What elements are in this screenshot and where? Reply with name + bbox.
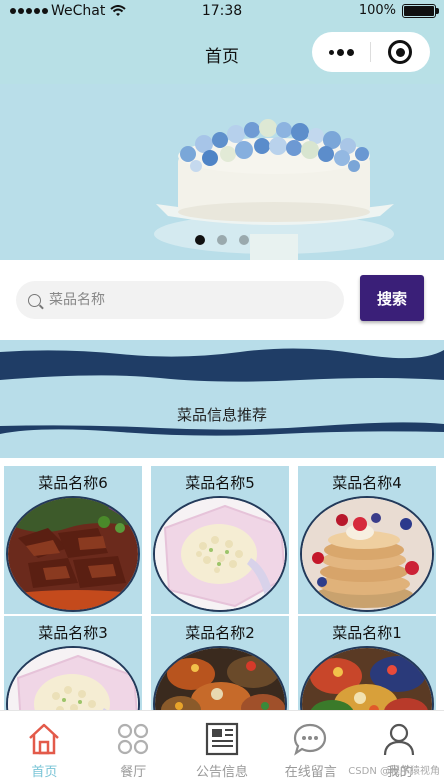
dish-photo xyxy=(300,646,434,710)
search-icon xyxy=(28,293,41,307)
dish-name: 菜品名称5 xyxy=(185,474,255,492)
target-icon xyxy=(388,40,412,64)
grid-icon xyxy=(117,723,148,755)
dish-card[interactable]: 菜品名称3 xyxy=(4,616,142,710)
battery-percent: 100% xyxy=(358,3,396,18)
more-menu-button[interactable] xyxy=(312,32,370,72)
tab-label: 在线留言 xyxy=(284,765,337,780)
tab-label: 首页 xyxy=(31,765,58,780)
dish-name: 菜品名称6 xyxy=(38,474,108,492)
battery-status: 100% xyxy=(358,3,439,18)
dish-name: 菜品名称4 xyxy=(332,474,402,492)
tab-label: 公告信息 xyxy=(195,765,248,780)
news-icon xyxy=(205,722,238,756)
carousel-indicators xyxy=(0,235,444,245)
dish-card[interactable]: 菜品名称6 xyxy=(4,466,142,614)
dish-card[interactable]: 菜品名称5 xyxy=(151,466,289,614)
close-button[interactable] xyxy=(371,32,429,72)
user-icon xyxy=(384,723,415,756)
carousel-dot[interactable] xyxy=(217,235,227,245)
status-bar: WeChat 17:38 100% xyxy=(0,0,444,24)
dish-grid: 菜品名称6 菜品名称5 菜品名称4 菜品名称3 菜品名称2 菜品名称1 xyxy=(0,466,444,710)
tab-announcement[interactable]: 公告信息 xyxy=(178,711,267,780)
home-icon xyxy=(29,723,59,755)
tab-label: 餐厅 xyxy=(120,765,147,780)
cake-image xyxy=(0,84,444,260)
dish-photo xyxy=(153,646,287,710)
chat-icon xyxy=(294,723,327,756)
search-box[interactable] xyxy=(16,281,344,319)
carousel-dot[interactable] xyxy=(195,235,205,245)
dish-card[interactable]: 菜品名称2 xyxy=(151,616,289,710)
dish-name: 菜品名称3 xyxy=(38,624,108,642)
mini-program-capsule xyxy=(312,32,430,72)
dish-name: 菜品名称2 xyxy=(185,624,255,642)
dish-photo xyxy=(6,496,140,612)
dish-name: 菜品名称1 xyxy=(332,624,402,642)
section-title: 菜品信息推荐 xyxy=(176,406,267,424)
recommend-header: 菜品信息推荐 xyxy=(0,340,444,458)
dish-photo xyxy=(6,646,140,710)
watermark: CSDN @程序猿视角 xyxy=(348,766,440,777)
search-section: 搜索 xyxy=(0,268,444,332)
brush-stroke-decoration xyxy=(0,348,444,436)
tab-home[interactable]: 首页 xyxy=(0,711,89,780)
battery-icon xyxy=(402,3,439,18)
dish-card[interactable]: 菜品名称1 xyxy=(298,616,436,710)
dish-photo xyxy=(300,496,434,612)
tab-message[interactable]: 在线留言 xyxy=(266,711,355,780)
tab-restaurant[interactable]: 餐厅 xyxy=(89,711,178,780)
search-button[interactable]: 搜索 xyxy=(360,275,424,321)
carousel-dot[interactable] xyxy=(239,235,249,245)
banner-carousel[interactable] xyxy=(0,84,444,260)
search-input[interactable] xyxy=(49,292,309,308)
dish-photo xyxy=(153,496,287,612)
navigation-bar: 首页 xyxy=(0,24,444,84)
dish-card[interactable]: 菜品名称4 xyxy=(298,466,436,614)
